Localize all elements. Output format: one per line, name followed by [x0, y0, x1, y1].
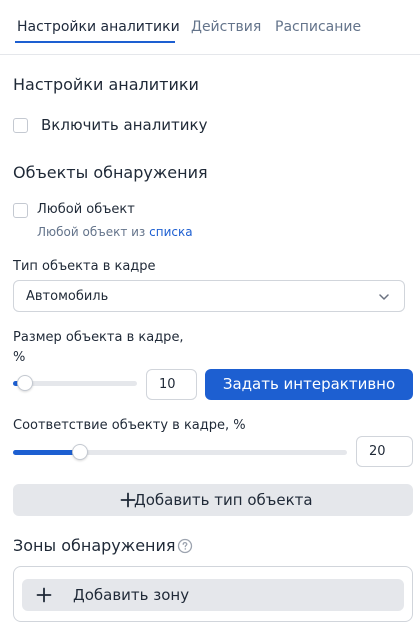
- any-object-checkbox[interactable]: [13, 203, 28, 218]
- object-size-slider-thumb[interactable]: [17, 375, 33, 391]
- object-size-label: Размер объекта в кадре,: [13, 330, 184, 345]
- object-type-select[interactable]: Автомобиль: [13, 280, 405, 312]
- add-object-type-label: Добавить тип объекта: [134, 491, 313, 509]
- tabs-divider: [0, 54, 420, 55]
- object-match-slider[interactable]: [13, 450, 347, 455]
- object-match-input[interactable]: 20: [356, 436, 413, 467]
- tab-analytics-settings[interactable]: Настройки аналитики: [17, 19, 180, 35]
- any-object-label[interactable]: Любой объект: [37, 202, 135, 217]
- analytics-heading: Настройки аналитики: [13, 75, 199, 94]
- plus-icon: [36, 587, 52, 603]
- object-list-link[interactable]: списка: [149, 225, 192, 239]
- tab-schedule[interactable]: Расписание: [275, 19, 361, 35]
- help-icon[interactable]: [177, 538, 193, 554]
- object-match-slider-fill: [13, 450, 80, 455]
- any-object-hint: Любой объект из списка: [37, 225, 193, 239]
- enable-analytics-checkbox[interactable]: [13, 118, 28, 133]
- object-type-value: Автомобиль: [26, 289, 109, 304]
- add-zone-label: Добавить зону: [73, 586, 190, 604]
- set-interactive-button[interactable]: Задать интерактивно: [205, 369, 413, 400]
- detection-zones-heading: Зоны обнаружения: [13, 536, 176, 555]
- chevron-down-icon: [379, 294, 389, 300]
- object-match-slider-thumb[interactable]: [72, 444, 88, 460]
- object-match-label: Соответствие объекту в кадре, %: [13, 418, 246, 433]
- add-object-type-button[interactable]: Добавить тип объекта: [13, 484, 413, 516]
- tab-actions[interactable]: Действия: [191, 19, 261, 35]
- enable-analytics-label[interactable]: Включить аналитику: [41, 116, 207, 134]
- any-object-hint-text: Любой объект из: [37, 225, 146, 239]
- object-size-input[interactable]: 10: [146, 369, 197, 400]
- add-zone-button[interactable]: Добавить зону: [22, 579, 404, 611]
- active-tab-indicator: [15, 41, 175, 43]
- detection-objects-heading: Объекты обнаружения: [13, 163, 208, 182]
- object-size-label-unit: %: [13, 350, 26, 365]
- object-type-label: Тип объекта в кадре: [13, 259, 156, 274]
